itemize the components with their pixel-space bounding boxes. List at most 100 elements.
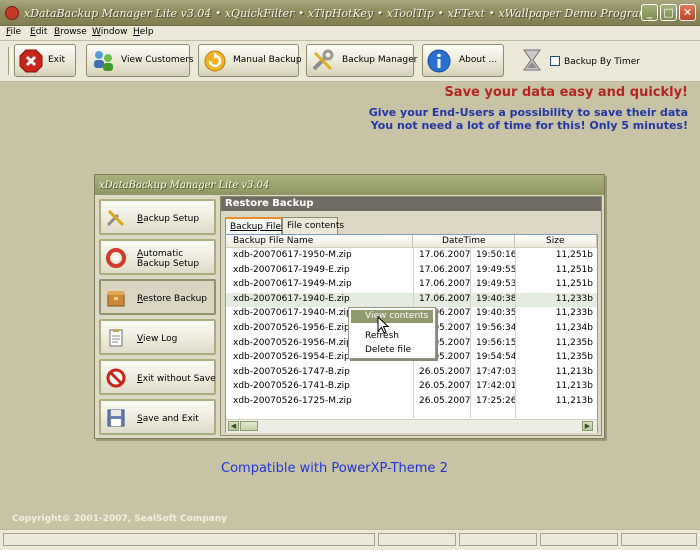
backup-by-timer-checkbox[interactable] [550,56,560,66]
status-pane-main [3,533,375,546]
scroll-left-icon: ◀ [230,422,237,430]
side-panel: Backup Setup Automatic Backup Setup Rest… [99,199,219,436]
cell-size: 11,251b [555,264,593,275]
table-row[interactable]: xdb-20070526-1747-B.zip 26.05.2007 17:47:0… [226,366,597,380]
cell-size: 11,235b [555,352,593,363]
exit-without-save-button[interactable]: Exit without Save [99,359,216,395]
cell-name: xdb-20070526-1725-M.zip [233,396,352,406]
menu-help[interactable]: Help [133,27,154,37]
menu-bar: File Edit Browse Window Help [0,26,700,41]
child-window-title: xDataBackup Manager Lite v3.04 [99,180,270,191]
exit-button[interactable]: Exit [14,44,76,77]
manual-backup-label: Manual Backup [233,55,302,65]
status-bar [0,529,700,550]
view-log-button[interactable]: View Log [99,319,216,355]
manual-backup-button[interactable]: Manual Backup [198,44,302,77]
context-menu: View contents Refresh Delete file [348,307,436,359]
cell-size: 11,251b [555,279,593,290]
context-delete-file[interactable]: Delete file [351,344,433,357]
column-divider [470,248,471,418]
cell-time: 17:25:26 [476,396,517,406]
tab-backup-files[interactable]: Backup Files [225,217,286,235]
app-icon[interactable] [5,6,19,20]
cell-date: 26.05.2007 [419,381,471,392]
child-title-bar[interactable]: xDataBackup Manager Lite v3.04 [95,175,604,195]
scroll-right-button[interactable]: ▶ [582,421,593,431]
about-button[interactable]: About ... [422,44,504,77]
cell-size: 11,213b [555,396,593,406]
cell-time: 19:56:15 [476,337,517,348]
table-row[interactable]: xdb-20070617-1950-M.zip 17.06.2007 19:50:1… [226,249,597,263]
status-pane-5 [621,533,697,546]
cell-date: 17.06.2007 [419,250,471,260]
menu-edit[interactable]: Edit [30,27,47,37]
backup-setup-button[interactable]: Backup Setup [99,199,216,235]
table-row[interactable]: xdb-20070617-1949-M.zip 17.06.2007 19:49:5… [226,278,597,292]
restore-backup-button[interactable]: Restore Backup [99,279,216,315]
minimize-button[interactable]: _ [641,4,658,21]
exit-without-save-label: Exit without Save [137,374,216,384]
cell-name: xdb-20070526-1954-E.zip [233,352,350,363]
cell-time: 19:49:53 [476,279,517,290]
column-header-datetime[interactable]: DateTime [413,235,515,248]
column-header-name[interactable]: Backup File Name [226,235,413,248]
menu-file[interactable]: File [6,27,21,37]
cell-size: 11,233b [555,293,593,304]
close-icon: ✕ [682,6,693,19]
view-customers-button[interactable]: View Customers [86,44,194,77]
cell-time: 19:40:38 [476,293,517,304]
scroll-left-button[interactable]: ◀ [228,421,239,431]
cell-size: 11,251b [555,250,593,260]
cell-time: 19:56:34 [476,323,517,333]
table-row[interactable]: xdb-20070617-1949-E.zip 17.06.2007 19:49:5… [226,264,597,278]
cell-name: xdb-20070617-1940-M.zip [233,308,352,319]
close-button[interactable]: ✕ [679,4,696,21]
menu-window[interactable]: Window [92,27,128,37]
view-customers-label: View Customers [121,55,194,65]
slogan-line-3: You not need a lot of time for this! Onl… [370,119,688,132]
backup-manager-button[interactable]: Backup Manager [306,44,418,77]
maximize-button[interactable]: □ [660,4,677,21]
backup-manager-label: Backup Manager [342,55,418,65]
cell-size: 11,213b [555,381,593,392]
table-row[interactable]: xdb-20070526-1725-M.zip 26.05.2007 17:25:2… [226,395,597,409]
cell-time: 19:49:55 [476,264,517,275]
context-view-contents-label: View contents [365,311,429,321]
cell-size: 11,234b [555,323,593,333]
restore-icon [107,291,125,307]
save-icon [107,409,125,427]
save-and-exit-label: Save and Exit [137,414,199,424]
scroll-thumb[interactable] [240,421,258,431]
exit-label: Exit [48,55,66,65]
info-icon [427,49,451,73]
minimize-icon: _ [646,6,653,19]
context-view-contents[interactable]: View contents [351,310,433,323]
cell-time: 19:54:54 [476,352,517,363]
context-delete-file-label: Delete file [365,345,412,355]
tab-file-contents[interactable]: File contents [282,217,344,234]
cell-name: xdb-20070526-1956-M.zip [233,337,352,348]
table-row[interactable]: xdb-20070617-1940-E.zip 17.06.2007 19:40:3… [226,292,597,307]
cell-name: xdb-20070617-1950-M.zip [233,250,352,260]
table-row[interactable]: xdb-20070526-1741-B.zip 26.05.2007 17:42:0… [226,380,597,394]
automatic-backup-setup-button[interactable]: Automatic Backup Setup [99,239,216,275]
column-header-size[interactable]: Size [515,235,597,248]
cell-name: xdb-20070526-1741-B.zip [233,381,350,392]
compatibility-text: Compatible with PowerXP-Theme 2 [221,461,448,476]
backup-setup-label: Backup Setup [137,214,200,224]
log-icon [109,329,123,347]
copyright-text: Copyright© 2001-2007, SealSoft Company [12,514,228,524]
scroll-right-icon: ▶ [584,422,591,430]
title-bar[interactable]: xDataBackup Manager Lite v3.04 • xQuickF… [0,0,700,26]
horizontal-scrollbar[interactable]: ◀ ▶ [226,419,597,433]
save-and-exit-button[interactable]: Save and Exit [99,399,216,435]
exit-icon [19,49,43,73]
tab-file-contents-label: File contents [287,221,345,231]
tools-icon [312,49,334,71]
cell-time: 19:40:35 [476,308,517,319]
cell-date: 17.06.2007 [419,293,471,304]
menu-browse[interactable]: Browse [54,27,87,37]
backup-by-timer-label: Backup By Timer [564,57,640,67]
panel-header: Restore Backup [221,197,601,211]
context-refresh[interactable]: Refresh [351,330,433,343]
